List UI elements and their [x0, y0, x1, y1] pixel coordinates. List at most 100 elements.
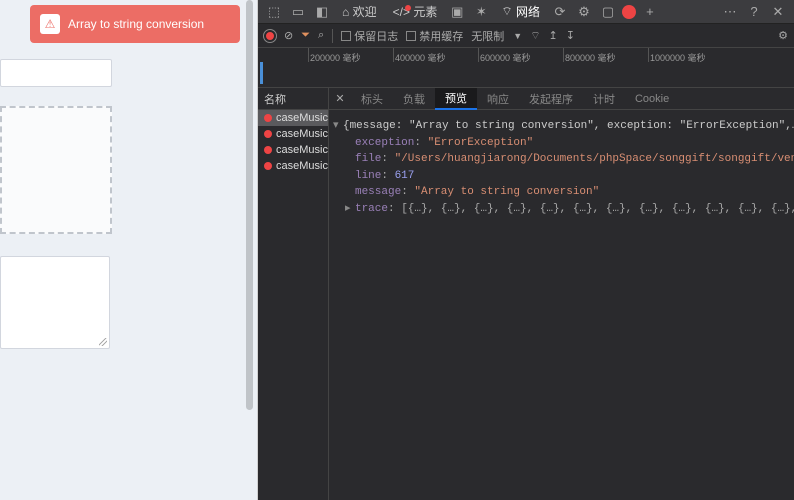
tree-value: "Array to string conversion" [414, 184, 599, 201]
preview-body[interactable]: ▾ {message: "Array to string conversion"… [329, 110, 794, 500]
tree-row[interactable]: file: "/Users/huangjiarong/Documents/php… [333, 151, 794, 168]
tree-key: message [355, 184, 401, 201]
scrollbar-vertical[interactable] [246, 0, 253, 500]
devtools-topbar: ⬚ ▭ ◧ ⌂ 欢迎 </> 元素 ▣ ✶ ⌔ 网络 ⟳ ⚙ ▢ + ⋯ ? ✕ [258, 0, 794, 24]
tab-initiator[interactable]: 发起程序 [519, 88, 583, 110]
settings-icon[interactable]: ⚙ [574, 2, 594, 22]
detail-tabs: ✕ 标头 负载 预览 响应 发起程序 计时 Cookie [329, 88, 794, 110]
console-icon[interactable]: ▣ [447, 2, 467, 22]
tree-row[interactable]: line: 617 [333, 168, 794, 185]
search-button[interactable]: ⌕ [318, 29, 324, 42]
help-icon[interactable]: ? [744, 2, 764, 22]
tab-network[interactable]: ⌔ 网络 [495, 0, 546, 24]
checkbox-icon [406, 31, 416, 41]
app-left-pane: Administrator ● 在线 ⏻ ⚠ Array to string c… [0, 0, 258, 500]
tree-value: 617 [395, 168, 415, 185]
inspect-icon[interactable]: ⬚ [264, 2, 284, 22]
record-button[interactable] [264, 30, 276, 42]
error-toast[interactable]: ⚠ Array to string conversion [30, 5, 240, 43]
throttle-label: 无限制 [471, 28, 504, 44]
tab-welcome[interactable]: ⌂ 欢迎 [336, 0, 383, 24]
separator [332, 29, 333, 43]
caret-down-icon[interactable]: ▾ [333, 118, 343, 135]
disable-cache-checkbox[interactable]: 禁用缓存 [406, 28, 463, 44]
wf-label: 600000 毫秒 [480, 51, 531, 64]
upload-dropzone[interactable] [0, 106, 112, 234]
throttle-dropdown[interactable]: 无限制 ▼ [471, 28, 522, 44]
tree-key: line [355, 168, 381, 185]
tree-key: file [355, 151, 381, 168]
tree-row[interactable]: ▸ trace: [{…}, {…}, {…}, {…}, {…}, {…}, … [333, 201, 794, 218]
request-row[interactable]: caseMusic [258, 142, 328, 158]
request-row[interactable]: caseMusic [258, 110, 328, 126]
tab-network-label: 网络 [516, 3, 540, 20]
tree-summary: {message: "Array to string conversion", … [343, 118, 794, 135]
tree-value: [{…}, {…}, {…}, {…}, {…}, {…}, {…}, {…},… [401, 201, 794, 218]
close-icon[interactable]: ✕ [768, 2, 788, 22]
request-list: 名称 caseMusic caseMusic caseMusic caseMus… [258, 88, 329, 500]
wf-label: 1000000 毫秒 [650, 51, 706, 64]
text-input[interactable] [0, 59, 112, 87]
chevron-down-icon: ▼ [513, 31, 522, 41]
error-badge-icon [405, 5, 411, 11]
application-icon[interactable]: ▢ [598, 2, 618, 22]
request-list-header[interactable]: 名称 [258, 88, 328, 110]
resize-grip-icon[interactable] [99, 338, 107, 346]
more-icon[interactable]: ⋯ [720, 2, 740, 22]
wifi-icon: ⌔ [501, 4, 512, 19]
search-icon: ⌕ [318, 29, 324, 42]
caret-right-icon[interactable]: ▸ [345, 201, 355, 218]
tree-key: trace [355, 201, 388, 218]
network-main: 名称 caseMusic caseMusic caseMusic caseMus… [258, 88, 794, 500]
tab-elements[interactable]: </> 元素 [387, 0, 444, 24]
import-icon[interactable]: ↥ [549, 29, 558, 42]
tab-welcome-label: 欢迎 [353, 3, 377, 20]
waterfall-timeline[interactable]: 200000 毫秒 400000 毫秒 600000 毫秒 800000 毫秒 … [258, 48, 794, 88]
wf-tick [563, 48, 564, 62]
gear-icon[interactable]: ⚙ [778, 29, 788, 42]
preserve-log-checkbox[interactable]: 保留日志 [341, 28, 398, 44]
wf-tick [308, 48, 309, 62]
wf-tick [393, 48, 394, 62]
wf-label: 200000 毫秒 [310, 51, 361, 64]
recording-indicator-icon[interactable] [622, 5, 636, 19]
tree-row[interactable]: message: "Array to string conversion" [333, 184, 794, 201]
devtools-panel: ⬚ ▭ ◧ ⌂ 欢迎 </> 元素 ▣ ✶ ⌔ 网络 ⟳ ⚙ ▢ + ⋯ ? ✕… [258, 0, 794, 500]
request-row[interactable]: caseMusic [258, 126, 328, 142]
shield-warning-icon: ⚠ [40, 14, 60, 34]
tree-root[interactable]: ▾ {message: "Array to string conversion"… [333, 118, 794, 135]
tab-timing[interactable]: 计时 [583, 88, 625, 110]
request-row[interactable]: caseMusic [258, 158, 328, 174]
request-name: caseMusic [276, 112, 328, 124]
tab-elements-label: 元素 [413, 3, 437, 20]
performance-icon[interactable]: ⟳ [550, 2, 570, 22]
tab-response[interactable]: 响应 [477, 88, 519, 110]
plus-icon[interactable]: + [640, 2, 660, 22]
tree-value: "ErrorException" [428, 135, 534, 152]
bug-icon[interactable]: ✶ [471, 2, 491, 22]
wf-tick [648, 48, 649, 62]
wf-label: 400000 毫秒 [395, 51, 446, 64]
tab-payload[interactable]: 负载 [393, 88, 435, 110]
tree-row[interactable]: exception: "ErrorException" [333, 135, 794, 152]
toast-message: Array to string conversion [68, 17, 204, 31]
network-toolbar: ⊘ ⏷ ⌕ 保留日志 禁用缓存 无限制 ▼ ⌔ ↥ ↧ ⚙ [258, 24, 794, 48]
device-toggle-icon[interactable]: ▭ [288, 2, 308, 22]
scrollbar-thumb[interactable] [246, 0, 253, 410]
clear-icon: ⊘ [284, 29, 293, 42]
textarea-input[interactable] [0, 256, 110, 349]
detail-pane: ✕ 标头 负载 预览 响应 发起程序 计时 Cookie ▾ {message:… [329, 88, 794, 500]
tab-cookies[interactable]: Cookie [625, 88, 679, 110]
close-detail-icon[interactable]: ✕ [329, 92, 351, 105]
network-conditions-icon[interactable]: ⌔ [530, 29, 540, 43]
export-icon[interactable]: ↧ [566, 29, 575, 42]
tab-preview[interactable]: 预览 [435, 88, 477, 110]
wf-label: 800000 毫秒 [565, 51, 616, 64]
panel-icon[interactable]: ◧ [312, 2, 332, 22]
filter-button[interactable]: ⏷ [301, 29, 310, 42]
request-name: caseMusic [276, 160, 328, 172]
error-dot-icon [264, 146, 272, 154]
tab-headers[interactable]: 标头 [351, 88, 393, 110]
request-name: caseMusic [276, 128, 328, 140]
clear-button[interactable]: ⊘ [284, 29, 293, 42]
